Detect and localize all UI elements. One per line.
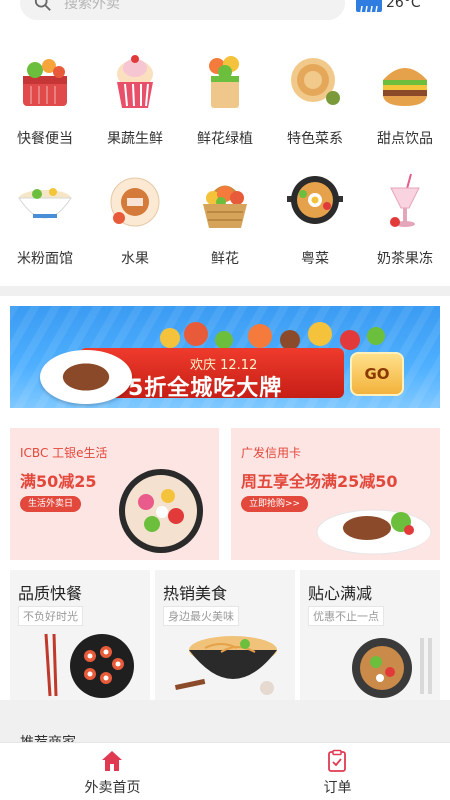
bank-promo-section: ICBC 工银e生活 满50减25 生活外卖日 广发信用卡 周五享全场满25减5… [0, 418, 450, 570]
category-grid: 快餐便当 果蔬生鲜 鲜花绿植 特色菜系 甜点饮品 米粉面馆 水果 鲜花 粤菜 奶… [0, 22, 450, 286]
category-item[interactable]: 奶茶果冻 [360, 172, 450, 268]
order-icon [328, 749, 346, 772]
sushi-platter-illustration [44, 633, 134, 698]
noodle-bowl-icon [18, 188, 72, 219]
category-label: 米粉面馆 [17, 251, 73, 267]
search-icon [34, 0, 51, 11]
promo-bank-name: ICBC 工银e生活 [20, 446, 108, 460]
category-item[interactable]: 特色菜系 [270, 52, 360, 148]
category-label: 奶茶果冻 [377, 251, 433, 267]
nav-item-home[interactable]: 外卖首页 [0, 743, 225, 800]
promo-card-icbc[interactable]: ICBC 工银e生活 满50减25 生活外卖日 [10, 428, 219, 560]
search-placeholder: 搜索外卖 [64, 0, 120, 12]
nav-item-orders[interactable]: 订单 [225, 743, 450, 800]
bottom-nav: 外卖首页 订单 [0, 742, 450, 800]
feature-section: 品质快餐 不负好时光 热销美食 身边最火美味 贴心满减 优惠不止一点 [0, 570, 450, 700]
category-label: 特色菜系 [287, 131, 343, 147]
category-label: 水果 [121, 251, 149, 267]
category-label: 果蔬生鲜 [107, 131, 163, 147]
promo-offer: 周五享全场满25减50 [241, 472, 398, 491]
flower-pot-icon [209, 56, 239, 108]
app-page: 搜索外卖 26°C 快餐便当 果蔬生鲜 鲜花绿植 特色菜系 甜点饮品 米粉面馆 … [0, 0, 450, 800]
cupcake-icon [117, 55, 153, 108]
flower-basket-icon [203, 185, 247, 228]
category-item[interactable]: 果蔬生鲜 [90, 52, 180, 148]
category-label: 粤菜 [301, 251, 329, 267]
feature-card-hot-food[interactable]: 热销美食 身边最火美味 [155, 570, 295, 700]
category-label: 甜点饮品 [377, 131, 433, 147]
promo-button[interactable]: 生活外卖日 [20, 496, 82, 512]
top-bar: 搜索外卖 26°C [0, 0, 450, 22]
search-input[interactable]: 搜索外卖 [20, 0, 345, 20]
category-label: 鲜花 [211, 251, 239, 267]
feature-card-discounts[interactable]: 贴心满减 优惠不止一点 [300, 570, 440, 700]
category-item[interactable]: 鲜花 [180, 172, 270, 268]
category-label: 鲜花绿植 [197, 131, 253, 147]
noodle-bowl-illustration [174, 636, 277, 695]
category-label: 快餐便当 [17, 131, 73, 147]
platter-illustration [119, 469, 203, 553]
category-item[interactable]: 鲜花绿植 [180, 52, 270, 148]
feature-title: 贴心满减 [308, 584, 373, 603]
feature-subtitle: 优惠不止一点 [308, 606, 384, 626]
promo-card-cgb[interactable]: 广发信用卡 周五享全场满25减50 立即抢购>> [231, 428, 440, 560]
promo-bank-name: 广发信用卡 [241, 446, 302, 460]
milk-tea-icon [390, 173, 420, 227]
category-item[interactable]: 快餐便当 [0, 52, 90, 148]
hotpot-illustration [352, 638, 432, 698]
promo-banner[interactable]: 欢庆 12.12 5折全城吃大牌 GO [10, 306, 440, 408]
category-item[interactable]: 水果 [90, 172, 180, 268]
banner-food-illustration [160, 322, 385, 350]
category-item[interactable]: 粤菜 [270, 172, 360, 268]
pancake-icon [291, 58, 340, 105]
weather-widget[interactable]: 26°C [356, 0, 421, 12]
home-icon [102, 751, 122, 771]
weather-temperature: 26°C [386, 0, 421, 11]
nav-label: 外卖首页 [84, 780, 141, 796]
promo-banner-section: 欢庆 12.12 5折全城吃大牌 GO [0, 296, 450, 418]
category-item[interactable]: 米粉面馆 [0, 172, 90, 268]
promo-button[interactable]: 立即抢购>> [241, 496, 309, 512]
fruit-icon [110, 177, 160, 227]
steak-plate-illustration [40, 350, 132, 404]
banner-headline: 5折全城吃大牌 [128, 376, 283, 401]
banner-go-button[interactable]: GO [350, 352, 404, 396]
promo-offer: 满50减25 [20, 472, 97, 491]
fast-food-basket-icon [23, 59, 67, 106]
feature-card-quality-fast-food[interactable]: 品质快餐 不负好时光 [10, 570, 150, 700]
steak-plate-illustration [316, 509, 432, 555]
feature-title: 品质快餐 [18, 584, 83, 603]
burger-icon [383, 68, 427, 106]
section-heading-peek: 推荐商家 [20, 732, 120, 742]
category-item[interactable]: 甜点饮品 [360, 52, 450, 148]
nav-label: 订单 [323, 780, 352, 796]
feature-title: 热销美食 [163, 584, 228, 603]
feature-subtitle: 身边最火美味 [163, 606, 239, 626]
cantonese-dish-icon [287, 176, 343, 224]
weather-icon [356, 0, 382, 12]
feature-subtitle: 不负好时光 [18, 606, 83, 626]
